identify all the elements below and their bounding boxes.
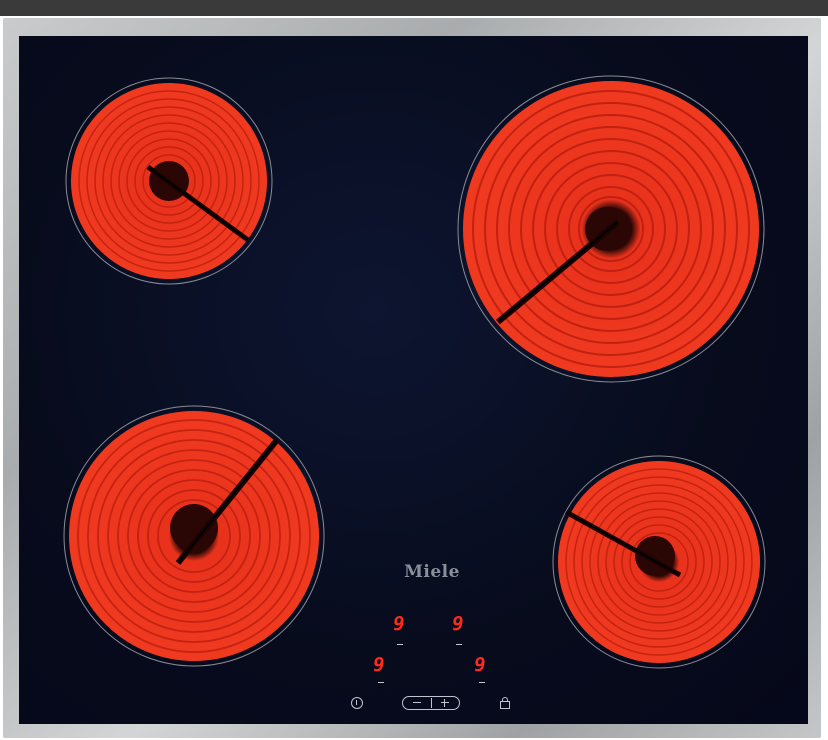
- plus-icon-vertical: [444, 699, 445, 707]
- power-icon[interactable]: [351, 697, 363, 709]
- cooking-zones: [63, 75, 766, 669]
- rear-right-indicator: [456, 644, 462, 645]
- rear-right-zone[interactable]: [457, 75, 765, 383]
- brand-logo: Miele: [404, 562, 460, 582]
- front-left-zone[interactable]: [63, 405, 325, 667]
- minus-icon[interactable]: [413, 702, 421, 703]
- plus-icon[interactable]: [441, 702, 449, 703]
- lock-icon[interactable]: [500, 697, 510, 709]
- minus-plus-slider[interactable]: [402, 696, 460, 710]
- rear-left-indicator: [397, 644, 403, 645]
- front-right-indicator: [479, 682, 485, 683]
- front-left-indicator: [378, 682, 384, 683]
- slider-divider: [431, 698, 432, 708]
- rear-left-zone[interactable]: [65, 77, 273, 285]
- front-right-zone[interactable]: [552, 455, 766, 669]
